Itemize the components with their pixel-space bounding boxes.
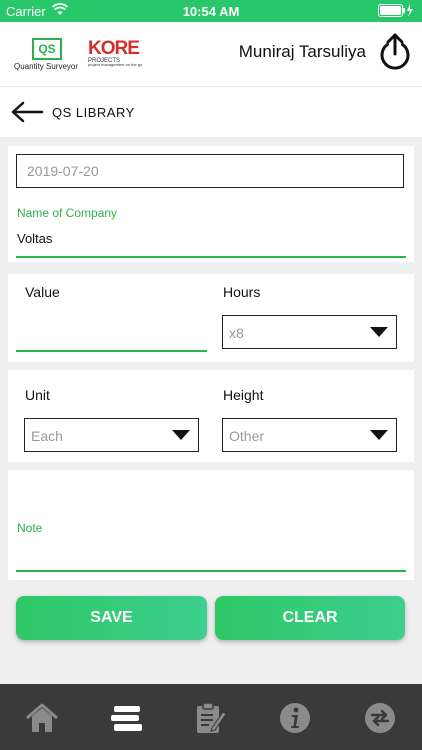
app-header: QS Quantity Surveyor KORE PROJECTS proje… [0,22,422,87]
chevron-down-icon [172,430,190,440]
value-label: Value [25,284,60,300]
home-icon[interactable] [24,700,60,736]
qs-logo-caption: Quantity Surveyor [14,62,79,71]
nav-bar: QS LIBRARY [0,87,422,137]
qs-logo-mark: QS [32,38,62,60]
unit-dropdown[interactable]: Each [24,418,199,452]
note-underline [16,570,406,572]
note-field[interactable] [17,544,405,564]
company-field[interactable]: Voltas [17,231,52,246]
date-field[interactable]: 2019-07-20 [16,154,404,188]
height-value: Other [229,428,265,444]
library-books-icon[interactable] [108,700,144,736]
checklist-icon[interactable] [192,700,228,736]
hours-label: Hours [223,284,261,300]
kore-logo-tagline: project management on the go [88,62,143,67]
tab-bar [0,684,422,750]
height-dropdown[interactable]: Other [222,418,397,452]
clock: 10:54 AM [182,4,240,19]
user-name: Muniraj Tarsuliya [238,42,366,61]
save-button[interactable]: SAVE [16,596,207,640]
status-bar: Carrier 10:54 AM [0,0,422,22]
unit-value: Each [31,428,63,444]
battery-icon [378,4,413,17]
kore-logo: KORE PROJECTS project management on the … [88,38,144,74]
clear-button[interactable]: CLEAR [215,596,405,640]
sync-icon[interactable] [362,700,398,736]
company-underline [16,256,406,258]
company-label: Name of Company [17,206,118,220]
hours-dropdown[interactable]: x8 [222,315,397,349]
page-title: QS LIBRARY [52,105,135,120]
value-underline [16,350,207,352]
chevron-down-icon [370,327,388,337]
value-field[interactable] [17,322,207,342]
qs-logo: QS Quantity Surveyor [14,38,78,72]
height-label: Height [223,387,264,403]
hours-value: x8 [229,325,244,341]
info-icon[interactable] [277,700,313,736]
back-arrow-icon[interactable] [10,99,44,125]
note-label: Note [17,521,43,535]
unit-label: Unit [25,387,50,403]
chevron-down-icon [370,430,388,440]
kore-logo-text: KORE [88,38,140,59]
power-icon[interactable] [378,32,412,72]
